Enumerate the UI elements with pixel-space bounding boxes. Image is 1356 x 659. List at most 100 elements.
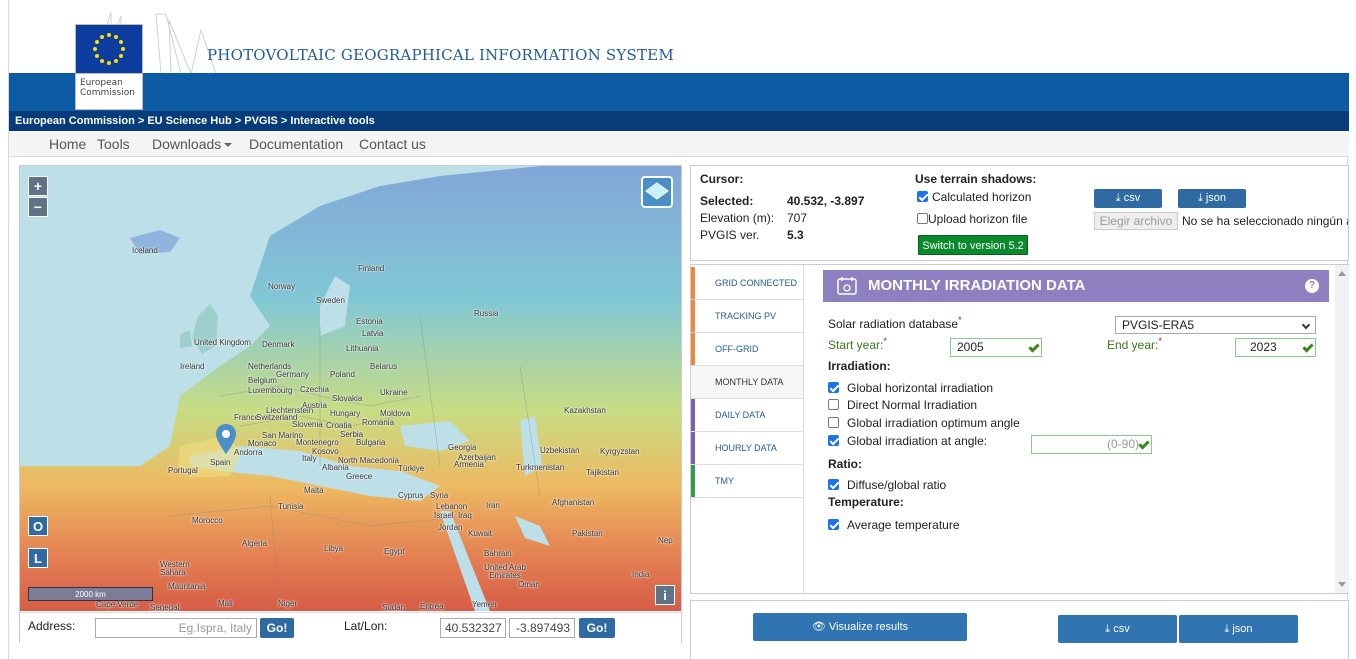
optimum-angle-option[interactable]: Global irradiation optimum angle [828,416,1020,430]
results-csv-button[interactable]: ⤓ csv [1058,615,1177,643]
map-label: Yemen [472,600,497,609]
map-label: Iceland [132,246,158,255]
horizon-csv-button[interactable]: ⤓ csv [1094,189,1162,208]
at-angle-label: Global irradiation at angle: [847,434,988,448]
results-json-button[interactable]: ⤓ json [1179,615,1298,643]
optimum-angle-checkbox[interactable] [828,417,839,428]
download-icon: ⤓ [1115,192,1124,204]
db-label-text: Solar radiation database [828,317,959,331]
switch-version-button[interactable]: Switch to version 5.2 [918,235,1028,255]
ghi-option[interactable]: Global horizontal irradiation [828,381,993,395]
dni-option[interactable]: Direct Normal Irradiation [828,398,977,412]
nav-documentation[interactable]: Documentation [249,136,343,152]
layers-icon[interactable] [641,176,673,208]
tab-grid-connected[interactable]: GRID CONNECTED [691,267,803,300]
start-year-select[interactable]: 2005 [950,338,1042,357]
at-angle-option[interactable]: Global irradiation at angle: [828,434,987,448]
map-label: Uzbekistan [540,446,580,455]
avg-temp-option[interactable]: Average temperature [828,518,960,532]
diffuse-checkbox[interactable] [828,479,839,490]
form-scrollbar[interactable] [1335,265,1349,593]
upload-horizon-option[interactable]: Upload horizon file [917,212,1027,226]
tab-tmy[interactable]: TMY [691,465,803,498]
breadcrumb[interactable]: European Commission > EU Science Hub > P… [9,111,1349,131]
latitude-input[interactable]: 40.532327 [440,618,506,638]
angle-input[interactable]: (0-90) [1031,435,1152,454]
download-icon: ⤓ [1197,192,1206,204]
location-info-panel: Cursor: Selected: 40.532, -3.897 Elevati… [690,165,1349,261]
tab-daily-data[interactable]: DAILY DATA [691,399,803,432]
map-label: Montenegro [296,438,339,447]
tab-off-grid[interactable]: OFF-GRID [691,333,803,366]
map-label: Türkiye [398,464,425,473]
choose-file-button[interactable]: Elegir archivo [1094,212,1178,230]
map-label: Afghanistan [552,498,595,507]
end-year-value: 2023 [1250,340,1277,354]
json-label: json [1232,623,1253,635]
tab-label: TRACKING PV [715,311,777,321]
calculated-horizon-checkbox[interactable] [917,191,928,202]
map-label: Libya [324,544,344,553]
selected-value: 40.532, -3.897 [787,194,865,208]
tab-tracking-pv[interactable]: TRACKING PV [691,300,803,333]
map-l-button[interactable]: L [28,548,48,568]
european-commission-logo[interactable]: European Commission [75,10,151,110]
page: European Commission PHOTOVOLTAIC GEOGRAP… [8,0,1349,659]
map-label: Sudan [382,603,406,611]
diffuse-option[interactable]: Diffuse/global ratio [828,478,946,492]
map-label: Morocco [192,516,223,525]
map-o-button[interactable]: O [28,516,48,536]
tab-label: OFF-GRID [715,344,759,354]
scroll-up-icon[interactable] [1338,271,1346,276]
upload-horizon-label: Upload horizon file [928,212,1028,226]
nav-downloads-label: Downloads [152,136,222,152]
required-mark: * [1158,336,1162,346]
info-icon[interactable]: i [655,585,675,605]
tab-monthly-data[interactable]: MONTHLY DATA [691,366,803,399]
tab-hourly-data[interactable]: HOURLY DATA [691,432,803,465]
dni-checkbox[interactable] [828,399,839,410]
map-label: Tajikistan [586,468,619,477]
address-input[interactable]: Eg.Ispra, Italy [95,618,257,638]
map-label: Eritrea [420,602,444,611]
map-scale: 2000 km [28,587,153,601]
irradiation-heading: Irradiation: [828,359,891,373]
map-label: Iraq [458,511,472,520]
zoom-out-button[interactable]: − [28,197,48,217]
zoom-in-button[interactable]: + [28,176,48,196]
database-select[interactable]: PVGIS-ERA5 [1115,316,1316,334]
chevron-down-icon [1301,320,1311,330]
map-label: Pakistan [572,529,603,538]
monthly-title: MONTHLY IRRADIATION DATA [868,277,1086,294]
elevation-label: Elevation (m): [700,211,775,225]
visualize-results-button[interactable]: 👁 Visualize results [753,613,967,641]
upload-horizon-checkbox[interactable] [917,213,928,224]
ghi-checkbox[interactable] [828,382,839,393]
end-year-select[interactable]: 2023 [1235,338,1316,357]
monthly-data-form: MONTHLY IRRADIATION DATA ? Solar radiati… [803,265,1349,593]
calculated-horizon-option[interactable]: Calculated horizon [917,190,1031,204]
nav-tools[interactable]: Tools [97,136,130,152]
longitude-input[interactable]: -3.897493 [509,618,575,638]
map-label: Sweden [316,296,345,305]
avg-temp-checkbox[interactable] [828,519,839,530]
map-label: Poland [330,370,355,379]
location-marker-icon[interactable] [216,424,236,454]
start-year-label-text: Start year: [828,338,884,352]
nav-home[interactable]: Home [49,136,86,152]
start-year-label: Start year:* [828,336,887,352]
map-label: Senegal [150,603,180,611]
latlon-go-button[interactable]: Go! [579,618,615,638]
map-label: Lebanon [436,502,468,511]
at-angle-checkbox[interactable] [828,435,839,446]
map-canvas[interactable]: Iceland Finland Norway Sweden Russia Est… [20,166,681,611]
help-icon[interactable]: ? [1305,279,1319,293]
required-mark: * [958,315,962,325]
nav-contact[interactable]: Contact us [359,136,426,152]
address-go-button[interactable]: Go! [260,618,294,638]
map-label: Iran [486,501,500,510]
scroll-down-icon[interactable] [1338,582,1346,587]
address-search-bar: Address: Eg.Ispra, Italy Go! Lat/Lon: 40… [20,612,681,643]
nav-downloads[interactable]: Downloads [152,136,233,152]
horizon-json-button[interactable]: ⤓ json [1178,189,1246,208]
